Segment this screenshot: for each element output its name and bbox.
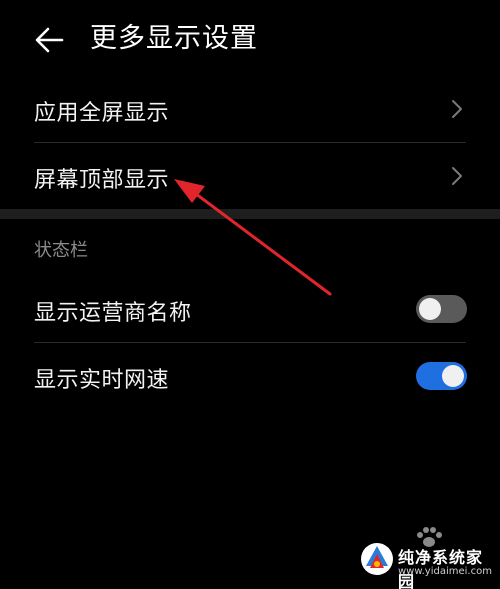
chevron-right-icon bbox=[452, 167, 462, 185]
menu-item-label: 屏幕顶部显示 bbox=[34, 168, 170, 193]
header-bar: 更多显示设置 bbox=[0, 0, 500, 78]
toggle-knob bbox=[442, 365, 464, 387]
setting-show-carrier-name: 显示运营商名称 bbox=[0, 276, 500, 342]
menu-item-top-of-screen-display[interactable]: 屏幕顶部显示 bbox=[0, 143, 500, 209]
settings-screen: 更多显示设置 应用全屏显示 屏幕顶部显示 状态栏 显示运营商名称 显示实时网速 bbox=[0, 0, 500, 589]
section-title-status-bar: 状态栏 bbox=[34, 240, 88, 261]
site-logo-icon bbox=[361, 543, 393, 575]
arrow-left-icon bbox=[35, 27, 64, 53]
watermark: 纯净系统家园 www.yidaimei.com bbox=[352, 526, 492, 589]
menu-item-fullscreen-apps[interactable]: 应用全屏显示 bbox=[0, 76, 500, 142]
back-button[interactable] bbox=[32, 22, 68, 58]
setting-show-network-speed: 显示实时网速 bbox=[0, 343, 500, 409]
setting-label: 显示实时网速 bbox=[34, 368, 170, 393]
toggle-knob bbox=[419, 298, 441, 320]
section-separator bbox=[0, 209, 500, 219]
setting-label: 显示运营商名称 bbox=[34, 301, 192, 326]
network-speed-toggle[interactable] bbox=[416, 362, 467, 390]
page-title: 更多显示设置 bbox=[90, 23, 258, 54]
menu-item-label: 应用全屏显示 bbox=[34, 101, 170, 126]
watermark-url: www.yidaimei.com bbox=[398, 566, 492, 577]
carrier-name-toggle[interactable] bbox=[416, 295, 467, 323]
chevron-right-icon bbox=[452, 100, 462, 118]
